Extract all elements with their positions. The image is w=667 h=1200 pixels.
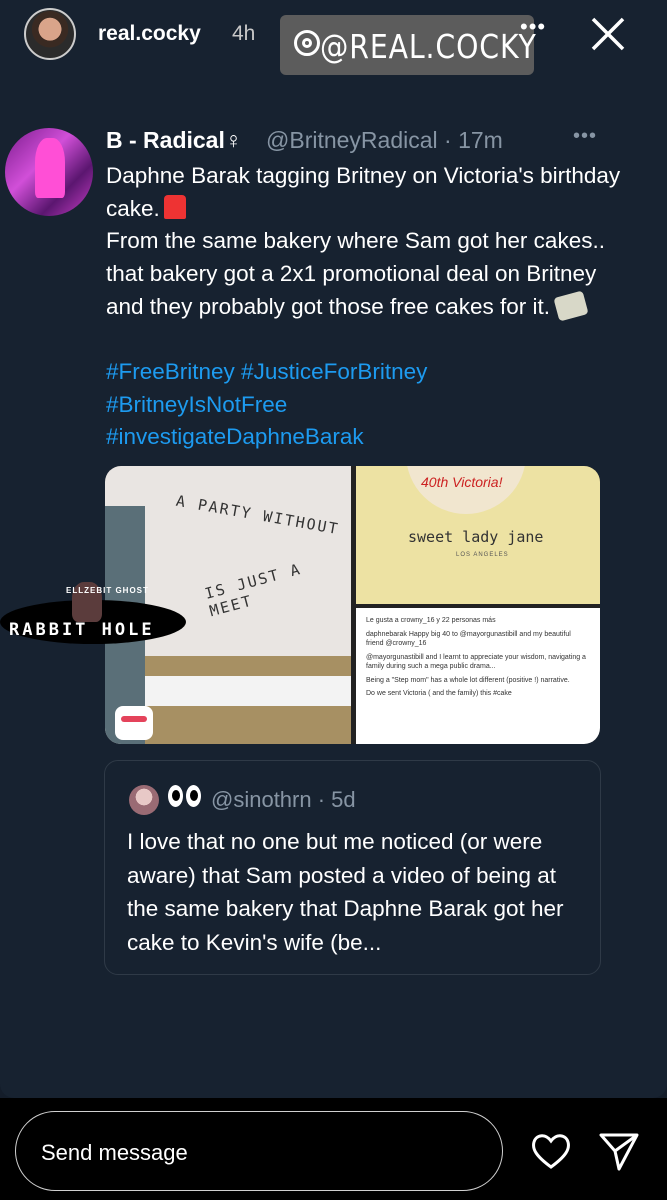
wall-text-2: IS JUST A MEET [202, 559, 304, 621]
post-text-1: daphnebarak Happy big 40 to @mayorgunast… [366, 630, 571, 648]
tweet-avatar [5, 128, 93, 216]
tweet-author-name: B - Radical♀ [106, 127, 243, 153]
money-emoji-icon [553, 290, 589, 322]
quote-avatar [129, 785, 159, 815]
mention-sticker[interactable]: @REAL.COCKY [280, 15, 537, 75]
cake-sticker-icon [115, 706, 153, 740]
bakery-name: sweet lady jane [408, 528, 544, 546]
cake-box-photo: 40th Victoria! sweet lady jane LOS ANGEL… [356, 466, 600, 604]
tweet-text: Daphne Barak tagging Britney on Victoria… [106, 160, 626, 324]
story-avatar[interactable] [24, 8, 76, 60]
send-message-placeholder: Send message [41, 1140, 188, 1165]
counter [145, 676, 351, 706]
story-time: 4h [232, 22, 256, 45]
wall-text-1: A PARTY WITHOUT [174, 491, 341, 539]
quoted-tweet[interactable]: @sinothrn · 5d I love that no one but me… [104, 760, 601, 975]
post-likes: Le gusta a crowny_16 y 22 personas más [366, 617, 496, 624]
post-text-2: @mayorgunastibill and I learnt to apprec… [366, 653, 586, 671]
story-header: real.cocky 4h @REAL.COCKY ••• [0, 0, 667, 80]
cake-text: 40th Victoria! [421, 474, 503, 490]
sticker-label: RABBIT HOLE [9, 620, 155, 640]
siren-emoji-icon [163, 194, 186, 219]
tweet-handle: @BritneyRadical · 17m [266, 127, 503, 153]
quote-text: I love that no one but me noticed (or we… [127, 829, 564, 955]
tweet-text-line-2: From the same bakery where Sam got her c… [106, 228, 605, 319]
sticker-top-text: ELLZEBIT GHOST [66, 586, 149, 595]
hashtag-line: #BritneyIsNotFree [106, 391, 288, 417]
heart-icon[interactable] [530, 1131, 572, 1171]
hashtag-line: #investigateDaphneBarak [106, 424, 364, 450]
hashtag-line: #FreeBritney #JusticeForBritney [106, 359, 428, 384]
tweet-more-icon: ••• [573, 125, 598, 147]
story-username[interactable]: real.cocky [98, 22, 201, 46]
post-text-3: Being a "Step mom" has a whole lot diffe… [366, 676, 570, 684]
mention-text: @REAL.COCKY [320, 27, 537, 66]
tweet-media: A PARTY WITHOUT IS JUST A MEET 40th Vict… [105, 466, 600, 744]
close-icon[interactable] [588, 14, 628, 54]
eyes-emoji-icon [168, 785, 208, 813]
send-icon[interactable] [597, 1131, 641, 1173]
tweet-hashtags: #FreeBritney #JusticeForBritney #Britney… [106, 356, 626, 454]
more-icon[interactable]: ••• [520, 14, 546, 40]
at-icon [294, 30, 320, 56]
quote-handle: @sinothrn · 5d [211, 787, 356, 812]
instagram-post-screenshot: Le gusta a crowny_16 y 22 personas más d… [356, 608, 600, 744]
post-text-4: Do we sent Victoria ( and the family) th… [366, 690, 512, 697]
bakery-location: LOS ANGELES [456, 552, 509, 558]
